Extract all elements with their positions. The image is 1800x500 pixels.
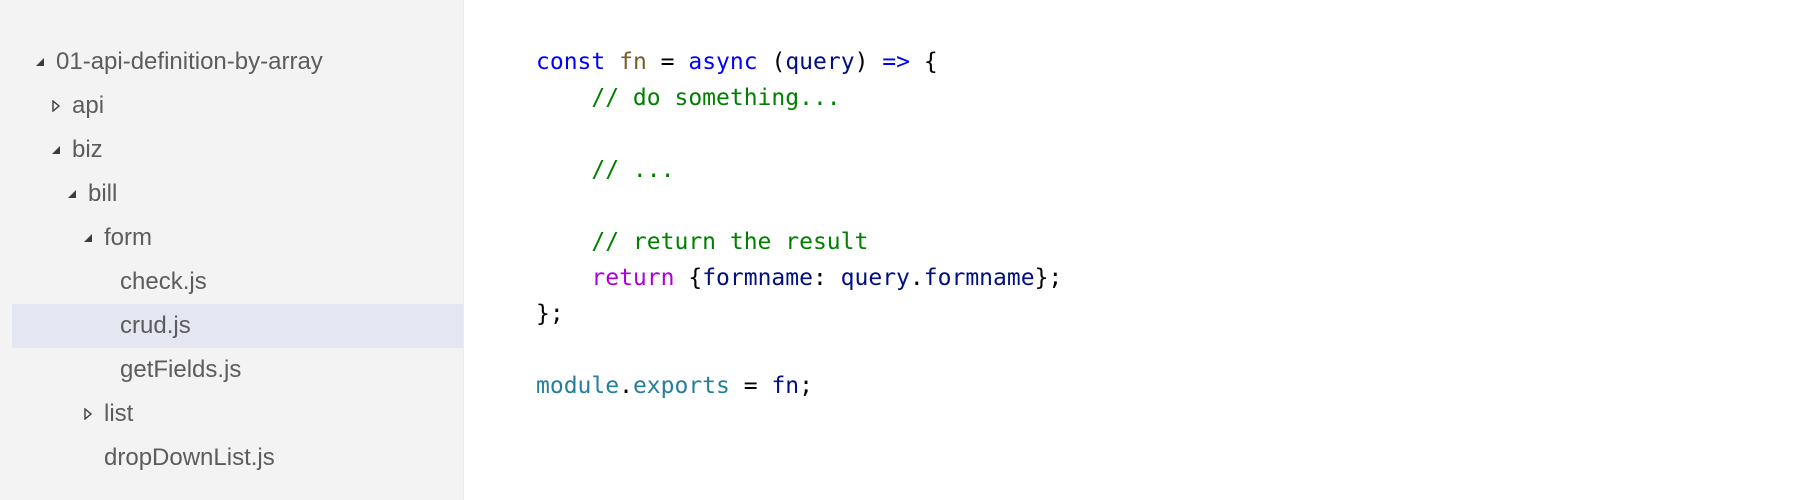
tree-item-folder-biz[interactable]: biz — [12, 128, 463, 172]
code-content[interactable]: const fn = async (query) => { // do some… — [536, 44, 1062, 404]
token-punctuation — [536, 157, 591, 183]
tree-item-label: check.js — [120, 268, 207, 295]
chevron-collapsed-icon[interactable] — [80, 392, 96, 436]
token-punctuation: . — [619, 373, 633, 399]
token-punctuation — [536, 265, 591, 291]
tree-item-folder-api[interactable]: api — [12, 84, 463, 128]
token-identifier: fn — [771, 373, 800, 399]
token-keyword: const — [536, 49, 606, 75]
code-line: module.exports = fn; — [536, 368, 1062, 404]
token-punctuation — [536, 229, 591, 255]
token-module-identifier: exports — [632, 373, 730, 399]
code-line: }; — [536, 296, 1062, 332]
token-punctuation: ) — [854, 49, 883, 75]
token-function-name: fn — [619, 49, 647, 75]
token-punctuation: { — [909, 49, 938, 75]
tree-item-file-crud-js[interactable]: crud.js — [12, 304, 463, 348]
tree-item-label: form — [104, 224, 152, 251]
code-line: // return the result — [536, 224, 1062, 260]
chevron-expanded-icon[interactable] — [32, 40, 48, 84]
token-punctuation: = — [729, 373, 772, 399]
token-punctuation: . — [909, 265, 924, 291]
token-module-identifier: module — [536, 373, 620, 399]
tree-item-label: api — [72, 92, 105, 119]
token-punctuation: = — [646, 49, 689, 75]
tree-item-label: 01-api-definition-by-array — [56, 48, 323, 75]
token-punctuation — [605, 49, 619, 75]
file-explorer: 01-api-definition-by-array api biz bill form… — [0, 0, 463, 500]
token-identifier: query — [840, 265, 910, 291]
token-punctuation — [536, 85, 591, 111]
token-comment: // ... — [591, 157, 675, 183]
chevron-expanded-icon[interactable] — [48, 128, 64, 172]
tree-item-label: dropDownList.js — [104, 444, 275, 471]
code-line: // do something... — [536, 80, 1062, 116]
token-keyword: async — [688, 49, 758, 75]
tree-item-folder-bill[interactable]: bill — [12, 172, 463, 216]
token-comment: // do something... — [591, 85, 841, 111]
tree-item-label: crud.js — [120, 312, 191, 339]
tree-item-folder-list[interactable]: list — [12, 392, 463, 436]
tree-item-folder-01-api-definition-by-array[interactable]: 01-api-definition-by-array — [12, 40, 463, 84]
token-punctuation: ; — [799, 373, 813, 399]
token-control-keyword: return — [591, 265, 675, 291]
code-editor[interactable]: const fn = async (query) => { // do some… — [463, 0, 1800, 500]
token-punctuation: { — [674, 265, 703, 291]
token-punctuation: ( — [757, 49, 786, 75]
token-identifier: formname — [702, 265, 813, 291]
code-line: return {formname: query.formname}; — [536, 260, 1062, 296]
chevron-collapsed-icon[interactable] — [48, 84, 64, 128]
code-line: const fn = async (query) => { — [536, 44, 1062, 80]
token-punctuation: }; — [536, 301, 564, 327]
tree-item-file-dropdownlist-js[interactable]: dropDownList.js — [12, 436, 463, 480]
token-keyword: => — [882, 49, 910, 75]
code-line: // ... — [536, 152, 1062, 188]
token-punctuation: : — [812, 265, 841, 291]
tree-item-label: list — [104, 400, 134, 427]
chevron-expanded-icon[interactable] — [64, 172, 80, 216]
token-punctuation: }; — [1034, 265, 1063, 291]
token-identifier: formname — [923, 265, 1035, 291]
tree-item-file-getfields-js[interactable]: getFields.js — [12, 348, 463, 392]
token-identifier: query — [785, 49, 855, 75]
token-comment: // return the result — [591, 229, 869, 255]
chevron-expanded-icon[interactable] — [80, 216, 96, 260]
tree-item-folder-form[interactable]: form — [12, 216, 463, 260]
app-window: 01-api-definition-by-array api biz bill form… — [0, 0, 1800, 500]
tree-item-label: bill — [88, 180, 118, 207]
tree-item-file-check-js[interactable]: check.js — [12, 260, 463, 304]
tree-item-label: biz — [72, 136, 103, 163]
tree-item-label: getFields.js — [120, 356, 242, 383]
